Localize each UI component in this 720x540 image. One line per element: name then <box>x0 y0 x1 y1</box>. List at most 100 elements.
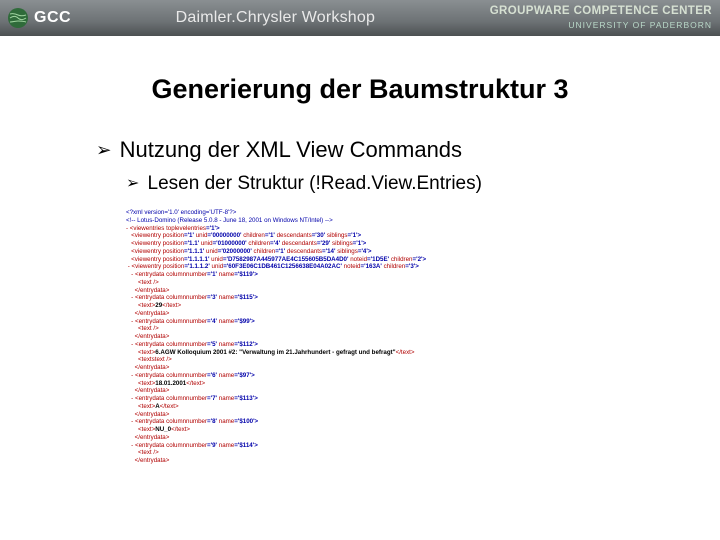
org-line2: UNIVERSITY OF PADERBORN <box>568 20 712 30</box>
xml-val: ='01000000' <box>213 240 249 247</box>
xml-attr: unid <box>201 240 213 247</box>
xml-attr: children <box>391 256 413 263</box>
xml-val: ='1.1.1.2' <box>184 263 211 270</box>
xml-line: <entrydata <box>135 372 166 379</box>
xml-val: ='1.1.1' <box>184 248 206 255</box>
xml-val: ='$100'> <box>234 418 258 425</box>
xml-attr: columnnumber <box>166 294 207 301</box>
xml-attr: siblings <box>332 240 353 247</box>
xml-attr: columnnumber <box>166 318 207 325</box>
xml-line: <?xml version='1.0' encoding='UTF-8'?> <box>126 209 236 216</box>
xml-line: <!-- Lotus-Domino (Release 5.0.8 - June … <box>126 217 333 224</box>
xml-attr: columnnumber <box>166 442 207 449</box>
xml-attr: name <box>219 271 234 278</box>
xml-attr: descendants <box>287 248 322 255</box>
xml-val: ='14' <box>322 248 337 255</box>
bullet-level-2: ➢ Lesen der Struktur (!Read.View.Entries… <box>126 173 720 195</box>
xml-val: ='4' <box>207 318 219 325</box>
xml-attr: columnnumber <box>166 395 207 402</box>
xml-line: </text> <box>171 426 190 433</box>
xml-val: ='3'> <box>405 263 419 270</box>
xml-val: ='4' <box>270 240 282 247</box>
xml-line: <text> <box>138 349 155 356</box>
xml-line: <viewentry <box>131 256 162 263</box>
xml-attr: children <box>384 263 406 270</box>
xml-val: ='02000000' <box>218 248 254 255</box>
xml-line: </text> <box>186 380 205 387</box>
xml-attr: position <box>163 240 184 247</box>
xml-line: <entrydata <box>135 271 166 278</box>
xml-attr: columnnumber <box>166 372 207 379</box>
xml-val: ='1.1.1.1' <box>184 256 211 263</box>
xml-line: <text> <box>138 380 155 387</box>
xml-attr: toplevelentries <box>166 225 206 232</box>
xml-val: ='9' <box>207 442 219 449</box>
xml-attr: unid <box>206 248 218 255</box>
xml-attr: children <box>243 232 265 239</box>
xml-attr: unid <box>211 256 223 263</box>
arrow-bullet-icon: ➢ <box>126 173 140 193</box>
xml-attr: unid <box>212 263 224 270</box>
xml-line: <text /> <box>138 279 159 286</box>
xml-val: ='$113'> <box>234 395 258 402</box>
xml-attr: children <box>254 248 276 255</box>
xml-line: <entrydata <box>135 318 166 325</box>
xml-line: </entrydata> <box>135 333 170 340</box>
xml-val: ='5' <box>207 341 219 348</box>
xml-line: <entrydata <box>135 442 166 449</box>
xml-line: </entrydata> <box>135 411 170 418</box>
slide-title: Generierung der Baumstruktur 3 <box>0 74 720 105</box>
xml-attr: name <box>219 318 234 325</box>
bullet-1-text: Nutzung der XML View Commands <box>120 137 462 163</box>
xml-val: ='60F3E06C1DB461C1256638E04A02AC' <box>223 263 343 270</box>
xml-val: ='29' <box>317 240 332 247</box>
arrow-bullet-icon: ➢ <box>96 139 112 161</box>
xml-val: ='6' <box>207 372 219 379</box>
xml-output-block: <?xml version='1.0' encoding='UTF-8'?> <… <box>126 209 606 465</box>
xml-attr: siblings <box>337 248 358 255</box>
xml-text: 6.AGW Kolloquium 2001 #2: "Verwaltung im… <box>155 349 395 356</box>
xml-line: <viewentry <box>131 248 162 255</box>
xml-val: ='30' <box>312 232 327 239</box>
gcc-globe-icon <box>6 6 30 30</box>
xml-val: ='$112'> <box>234 341 258 348</box>
xml-attr: columnnumber <box>166 341 207 348</box>
xml-val: ='1'> <box>206 225 220 232</box>
xml-val: ='163A' <box>361 263 384 270</box>
xml-attr: position <box>163 256 184 263</box>
xml-val: ='2'> <box>412 256 426 263</box>
xml-val: ='1D5E' <box>367 256 391 263</box>
xml-text: 18.01.2001 <box>155 380 186 387</box>
bullet-2-text: Lesen der Struktur (!Read.View.Entries) <box>148 173 482 195</box>
xml-line: </entrydata> <box>135 387 170 394</box>
xml-attr: descendants <box>277 232 312 239</box>
xml-attr: name <box>219 372 234 379</box>
xml-val: ='3' <box>207 294 219 301</box>
xml-val: ='4'> <box>358 248 372 255</box>
xml-attr: name <box>219 418 234 425</box>
xml-val: ='1' <box>275 248 287 255</box>
xml-val: ='00000000' <box>207 232 243 239</box>
xml-line: <viewentry <box>131 240 162 247</box>
xml-val: ='D7582987A445977AE4C155605B5DA4D0' <box>223 256 350 263</box>
xml-line: </entrydata> <box>135 457 170 464</box>
xml-line: </text> <box>160 403 179 410</box>
xml-attr: children <box>248 240 270 247</box>
xml-line: <viewentry <box>131 232 162 239</box>
xml-val: ='1' <box>207 271 219 278</box>
xml-attr: unid <box>196 232 208 239</box>
xml-attr: descendants <box>282 240 317 247</box>
xml-attr: name <box>219 294 234 301</box>
xml-val: ='7' <box>207 395 219 402</box>
xml-attr: position <box>163 248 184 255</box>
xml-val: ='$114'> <box>234 442 258 449</box>
xml-attr: columnnumber <box>166 418 207 425</box>
content: ➢ Nutzung der XML View Commands ➢ Lesen … <box>96 137 720 465</box>
slide: GCC Daimler.Chrysler Workshop GROUPWARE … <box>0 0 720 540</box>
xml-line: <text> <box>138 302 155 309</box>
xml-line: <text> <box>138 426 155 433</box>
xml-val: ='1' <box>184 232 196 239</box>
xml-line: <entrydata <box>135 341 166 348</box>
xml-attr: name <box>219 395 234 402</box>
xml-line: <text> <box>138 403 155 410</box>
